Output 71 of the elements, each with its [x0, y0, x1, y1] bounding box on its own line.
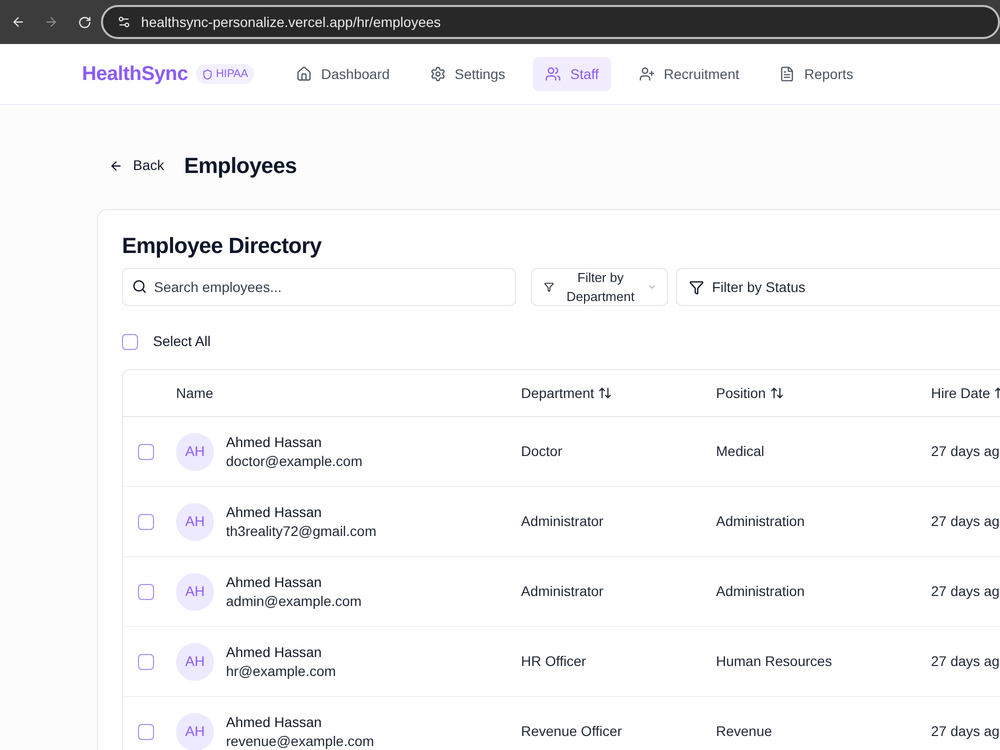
url-text: healthsync-personalize.vercel.app/hr/employees	[141, 12, 441, 32]
checkbox[interactable]	[138, 584, 154, 600]
filter-icon	[544, 282, 554, 292]
avatar: AH	[176, 502, 214, 540]
employee-name: Ahmed Hassan	[226, 432, 323, 452]
employee-email: doctor@example.com	[226, 452, 362, 470]
employee-email: th3reality72@gmail.com	[226, 522, 376, 540]
employee-name: Ahmed Hassan	[226, 712, 323, 732]
filter-icon	[689, 280, 704, 294]
settings-icon	[430, 66, 446, 82]
nav-tab[interactable]: Reports	[767, 57, 866, 91]
user-plus-icon	[638, 66, 655, 82]
nav-tab[interactable]: Settings	[418, 57, 518, 91]
search-icon	[132, 279, 147, 294]
sort-icon	[598, 386, 612, 400]
table-cell: Administrator	[521, 582, 604, 598]
sort-icon	[770, 386, 784, 400]
page-title: Employees	[184, 152, 297, 180]
checkbox[interactable]	[138, 444, 154, 460]
document-icon	[779, 66, 796, 82]
site-settings-icon[interactable]	[117, 15, 132, 29]
table-cell: 27 days ag	[931, 582, 1000, 598]
nav-tab[interactable]: Recruitment	[626, 57, 752, 91]
avatar: AH	[176, 432, 214, 470]
badge-text: HIPAA	[216, 66, 248, 82]
table-cell: Administration	[716, 512, 805, 528]
department-filter[interactable]: Filter by Department	[531, 268, 668, 306]
checkbox[interactable]	[138, 654, 154, 670]
shield-icon	[202, 68, 213, 80]
table-cell: Human Resources	[716, 652, 832, 668]
forward-icon[interactable]	[44, 14, 59, 30]
column-header[interactable]: Hire Date	[931, 382, 1000, 404]
column-header[interactable]: Position	[716, 382, 784, 404]
users-icon	[545, 66, 562, 82]
table-cell: 27 days ag	[931, 512, 1000, 528]
back-button[interactable]: Back	[97, 150, 176, 180]
search-field[interactable]: Search employees...	[122, 268, 516, 306]
table-cell: Revenue Officer	[521, 722, 622, 738]
app-logo[interactable]: HealthSync	[82, 59, 188, 89]
checkbox[interactable]	[122, 334, 138, 350]
avatar: AH	[176, 642, 214, 680]
avatar: AH	[176, 712, 214, 750]
table-cell: Revenue	[716, 722, 772, 738]
avatar: AH	[176, 572, 214, 610]
employee-name: Ahmed Hassan	[226, 502, 323, 522]
table-cell: 27 days ag	[931, 442, 1000, 458]
card-title: Employee Directory	[122, 234, 323, 258]
table-cell: Administrator	[521, 512, 604, 528]
status-filter[interactable]: Filter by Status	[676, 268, 1000, 306]
table-cell: 27 days ag	[931, 722, 1000, 738]
employee-email: admin@example.com	[226, 592, 362, 610]
nav-tab[interactable]: Staff	[533, 57, 611, 91]
employee-name: Ahmed Hassan	[226, 642, 323, 662]
table-cell: HR Officer	[521, 652, 586, 668]
column-header[interactable]: Department	[521, 382, 612, 404]
nav-tab[interactable]: Dashboard	[284, 57, 402, 91]
reload-icon[interactable]	[78, 14, 92, 30]
table-cell: Medical	[716, 442, 764, 458]
address-bar[interactable]: healthsync-personalize.vercel.app/hr/employees	[101, 5, 1000, 39]
table-cell: Administration	[716, 582, 805, 598]
column-header[interactable]: Name	[176, 382, 214, 404]
table-cell: 27 days ag	[931, 652, 1000, 668]
checkbox[interactable]	[138, 724, 154, 740]
select-all-label[interactable]: Select All	[153, 331, 211, 352]
table-cell: Doctor	[521, 442, 562, 458]
employee-email: revenue@example.com	[226, 732, 374, 750]
home-icon	[296, 66, 312, 82]
employee-email: hr@example.com	[226, 662, 336, 680]
checkbox[interactable]	[138, 514, 154, 530]
back-icon[interactable]	[11, 14, 26, 30]
employee-name: Ahmed Hassan	[226, 572, 323, 592]
